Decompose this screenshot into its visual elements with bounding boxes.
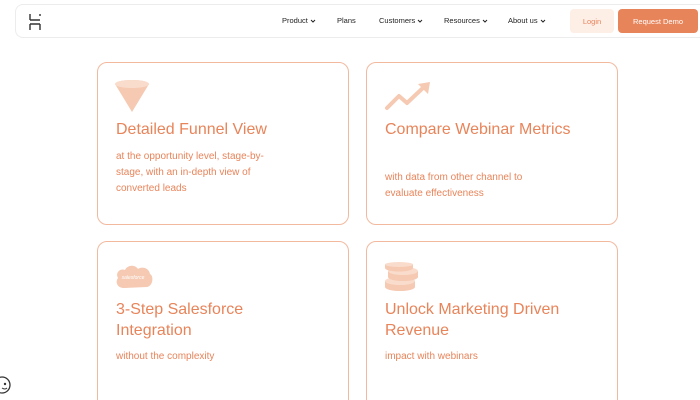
feature-card-revenue: Unlock Marketing Driven Revenue impact w… <box>366 241 618 400</box>
feature-card-funnel: Detailed Funnel View at the opportunity … <box>97 62 349 225</box>
chevron-down-icon <box>310 19 316 23</box>
nav-item-customers[interactable]: Customers <box>379 16 423 25</box>
card-title: Compare Webinar Metrics <box>385 121 571 138</box>
salesforce-logo-text: salesforce <box>122 275 145 281</box>
card-title: Unlock Marketing Driven Revenue <box>385 301 560 339</box>
feature-card-webinar-metrics: Compare Webinar Metrics with data from o… <box>366 62 618 225</box>
login-button[interactable]: Login <box>570 9 614 33</box>
funnel-icon <box>115 80 149 112</box>
card-title: Detailed Funnel View <box>116 121 267 138</box>
nav-item-resources[interactable]: Resources <box>444 16 488 25</box>
chevron-down-icon <box>417 19 423 23</box>
card-title: 3-Step Salesforce Integration <box>116 301 244 339</box>
nav-item-label: Product <box>282 16 308 25</box>
feature-card-salesforce: salesforce 3-Step Salesforce Integration… <box>97 241 349 400</box>
nav-item-label: Customers <box>379 16 416 25</box>
nav-item-about[interactable]: About us <box>508 16 546 25</box>
chevron-down-icon <box>482 19 488 23</box>
trend-arrow-icon <box>385 82 430 110</box>
chevron-down-icon <box>540 19 545 23</box>
chatbot-icon[interactable] <box>0 375 14 397</box>
brand-logo[interactable] <box>28 13 42 31</box>
coin-stack-icon <box>385 262 418 291</box>
card-description: without the complexity <box>116 351 215 362</box>
request-demo-button[interactable]: Request Demo <box>618 9 698 33</box>
nav-item-label: Resources <box>444 16 480 25</box>
card-description: at the opportunity level, stage-by-stage… <box>116 151 264 194</box>
salesforce-cloud-icon: salesforce <box>116 265 153 288</box>
nav-item-label: About us <box>508 16 538 25</box>
nav-item-plans[interactable]: Plans <box>337 16 356 25</box>
top-navbar: Product Plans Customers Resources About … <box>15 4 700 38</box>
nav-item-label: Plans <box>337 16 356 25</box>
card-description: with data from other channel to evaluate… <box>385 172 523 199</box>
card-description: impact with webinars <box>385 351 478 362</box>
nav-item-product[interactable]: Product <box>282 16 316 25</box>
